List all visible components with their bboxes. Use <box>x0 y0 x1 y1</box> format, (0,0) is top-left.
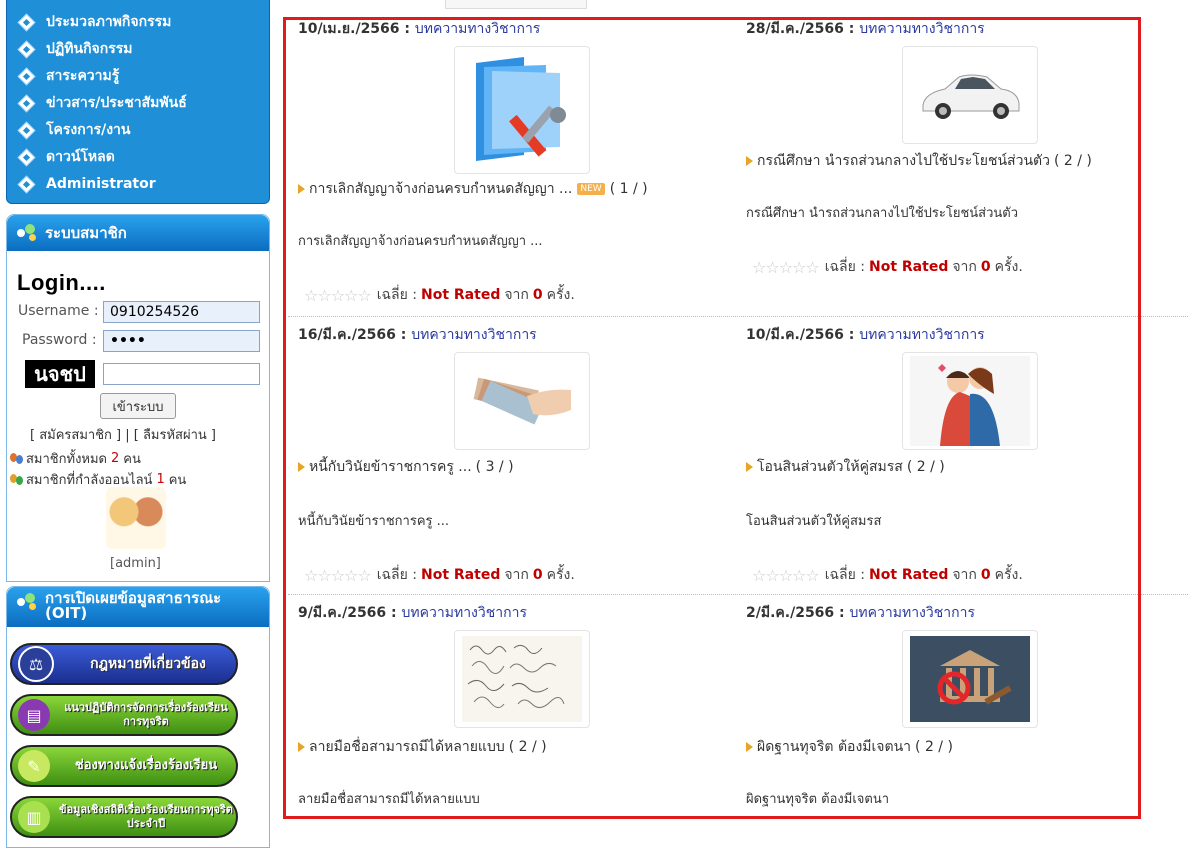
diamond-bullet-icon <box>18 149 35 165</box>
captcha-image: นจชป <box>25 360 95 388</box>
oit-button-label: ข้อมูลเชิงสถิติเรื่องร้องเรียนการทุจริตป… <box>59 803 233 830</box>
scales-icon: ⚖ <box>18 646 54 682</box>
people-icon <box>10 452 24 465</box>
login-button[interactable]: เข้าระบบ <box>100 393 176 419</box>
total-members-row: สมาชิกทั้งหมด 2 คน <box>10 448 141 469</box>
oit-button-laws[interactable]: ⚖ กฎหมายที่เกี่ยวข้อง <box>10 643 238 685</box>
menu-item-projects[interactable]: โครงการ/งาน <box>18 118 131 142</box>
oit-button-complaint-channel[interactable]: ✎ ช่องทางแจ้งเรื่องร้องเรียน <box>10 745 238 787</box>
menu-item-label: ข่าวสาร/ประชาสัมพันธ์ <box>46 95 187 111</box>
menu-item-gallery[interactable]: ประมวลภาพกิจกรรม <box>18 10 172 34</box>
menu-item-label: โครงการ/งาน <box>46 122 131 138</box>
oit-button-guidelines[interactable]: ▤ แนวปฏิบัติการจัดการเรื่องร้องเรียนการท… <box>10 694 238 736</box>
menu-item-label: ปฏิทินกิจกรรม <box>46 41 133 57</box>
diamond-bullet-icon <box>18 176 35 192</box>
username-input[interactable] <box>103 301 260 323</box>
diamond-bullet-icon <box>18 68 35 84</box>
menu-item-label: ดาวน์โหลด <box>46 149 115 165</box>
oit-button-label: ช่องทางแจ้งเรื่องร้องเรียน <box>74 758 218 773</box>
menu-item-download[interactable]: ดาวน์โหลด <box>18 145 115 169</box>
oit-button-statistics[interactable]: ▥ ข้อมูลเชิงสถิติเรื่องร้องเรียนการทุจริ… <box>10 796 238 838</box>
total-members-label: สมาชิกทั้งหมด <box>26 452 107 467</box>
menu-item-administrator[interactable]: Administrator <box>18 172 156 196</box>
menu-item-news[interactable]: ข่าวสาร/ประชาสัมพันธ์ <box>18 91 187 115</box>
chart-icon: ▥ <box>18 801 50 833</box>
member-panel-header: ระบบสมาชิก <box>7 215 269 251</box>
member-panel-title: ระบบสมาชิก <box>45 224 127 242</box>
online-members-unit: คน <box>168 473 187 488</box>
megaphone-icon: ✎ <box>18 750 50 782</box>
menu-item-label: ประมวลภาพกิจกรรม <box>46 14 172 30</box>
oit-button-label: แนวปฏิบัติการจัดการเรื่องร้องเรียนการทุจ… <box>64 701 228 728</box>
top-tab-stub <box>445 0 587 9</box>
total-members-count: 2 <box>111 451 120 466</box>
oit-button-label: กฎหมายที่เกี่ยวข้อง <box>90 656 206 672</box>
password-input[interactable] <box>103 330 260 352</box>
admin-avatar <box>106 487 166 549</box>
oit-icon <box>17 591 39 613</box>
online-members-count: 1 <box>156 472 165 487</box>
diamond-bullet-icon <box>18 122 35 138</box>
diamond-bullet-icon <box>18 41 35 57</box>
password-label: Password : <box>22 332 97 348</box>
left-sidebar: ประมวลภาพกิจกรรม ปฏิทินกิจกรรม สาระความร… <box>0 0 272 848</box>
main-menu: ประมวลภาพกิจกรรม ปฏิทินกิจกรรม สาระความร… <box>6 0 270 204</box>
menu-item-knowledge[interactable]: สาระความรู้ <box>18 64 120 88</box>
register-links[interactable]: [ สมัครสมาชิก ] | [ ลืมรหัสผ่าน ] <box>30 424 216 445</box>
menu-item-calendar[interactable]: ปฏิทินกิจกรรม <box>18 37 133 61</box>
online-people-icon <box>10 473 24 486</box>
login-title: Login.... <box>17 270 106 295</box>
total-members-unit: คน <box>123 452 141 467</box>
oit-panel-header: การเปิดเผยข้อมูลสาธารณะ (OIT) <box>7 587 269 627</box>
menu-item-label: สาระความรู้ <box>46 68 120 84</box>
diamond-bullet-icon <box>18 14 35 30</box>
username-label: Username : <box>18 303 99 319</box>
diamond-bullet-icon <box>18 95 35 111</box>
document-icon: ▤ <box>18 699 50 731</box>
highlight-frame <box>283 17 1141 819</box>
admin-name[interactable]: [admin] <box>110 556 161 571</box>
captcha-input[interactable] <box>103 363 260 385</box>
members-icon <box>17 222 39 244</box>
oit-panel-title: การเปิดเผยข้อมูลสาธารณะ (OIT) <box>45 589 222 622</box>
menu-item-label: Administrator <box>46 176 156 192</box>
